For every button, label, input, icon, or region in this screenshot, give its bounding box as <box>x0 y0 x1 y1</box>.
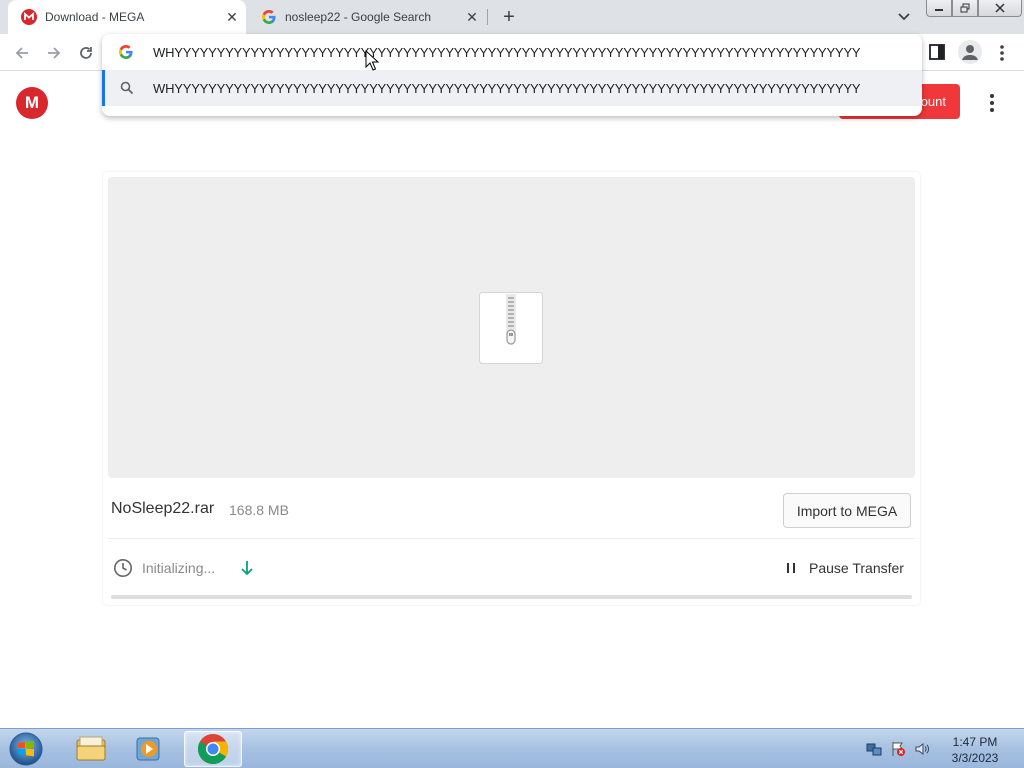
taskbar-media-player[interactable] <box>120 731 178 767</box>
tab-strip: Download - MEGA ✕ nosleep22 - Google Sea… <box>0 0 1024 34</box>
system-clock[interactable]: 1:47 PM 3/3/2023 <box>940 734 1010 766</box>
transfer-status: Initializing... <box>142 560 216 576</box>
download-progress-bar <box>111 595 912 599</box>
windows-start-icon[interactable] <box>6 731 46 767</box>
zip-archive-icon <box>479 292 543 364</box>
address-bar-text[interactable]: WHYYYYYYYYYYYYYYYYYYYYYYYYYYYYYYYYYYYYYY… <box>153 45 860 60</box>
page-menu-icon[interactable] <box>986 92 998 114</box>
new-tab-button[interactable]: + <box>498 6 520 28</box>
google-icon <box>119 45 133 59</box>
close-tab-icon[interactable]: ✕ <box>464 9 480 25</box>
volume-icon[interactable] <box>914 741 930 757</box>
pause-icon[interactable] <box>785 562 797 574</box>
omnibox-suggestion[interactable]: WHYYYYYYYYYYYYYYYYYYYYYYYYYYYYYYYYYYYYYY… <box>102 70 922 106</box>
mega-logo[interactable]: M <box>16 87 48 119</box>
windows-explorer-icon <box>76 736 106 761</box>
pause-transfer-button[interactable]: Pause Transfer <box>809 560 904 576</box>
windows-taskbar: 1:47 PM 3/3/2023 <box>0 728 1024 768</box>
minimize-icon <box>935 9 943 11</box>
chrome-icon <box>197 734 229 765</box>
reload-button[interactable] <box>75 42 97 64</box>
profile-avatar[interactable] <box>958 40 982 64</box>
browser-menu-icon[interactable] <box>994 42 1010 64</box>
suggestion-text: WHYYYYYYYYYYYYYYYYYYYYYYYYYYYYYYYYYYYYYY… <box>153 80 861 96</box>
network-icon[interactable] <box>866 741 882 757</box>
window-close-button[interactable] <box>978 0 1022 17</box>
restore-icon <box>960 3 970 13</box>
tab-mega-download[interactable]: Download - MEGA ✕ <box>8 0 246 34</box>
reload-icon <box>80 47 92 59</box>
tab-title: nosleep22 - Google Search <box>285 10 432 24</box>
back-arrow-icon <box>15 47 28 59</box>
back-button[interactable] <box>11 42 33 64</box>
google-icon <box>262 10 276 24</box>
clock-date: 3/3/2023 <box>951 751 999 765</box>
restore-button[interactable] <box>952 0 978 17</box>
close-tab-icon[interactable]: ✕ <box>224 9 240 25</box>
file-size: 168.8 MB <box>229 502 289 518</box>
address-bar[interactable]: WHYYYYYYYYYYYYYYYYYYYYYYYYYYYYYYYYYYYYYY… <box>102 34 922 70</box>
forward-arrow-icon <box>48 47 61 59</box>
mouse-pointer-icon <box>365 50 379 71</box>
omnibox-dropdown: WHYYYYYYYYYYYYYYYYYYYYYYYYYYYYYYYYYYYYYY… <box>102 34 922 116</box>
close-icon <box>995 3 1005 13</box>
action-center-flag-icon[interactable] <box>890 741 906 757</box>
clock-icon <box>114 559 132 577</box>
minimize-button[interactable] <box>926 0 952 17</box>
tab-search-chevron-icon[interactable] <box>895 9 913 25</box>
taskbar-explorer[interactable] <box>62 731 120 767</box>
taskbar-chrome[interactable] <box>184 731 242 767</box>
clock-time: 1:47 PM <box>952 735 998 749</box>
download-arrow-icon <box>241 561 253 576</box>
window-controls <box>926 0 1022 18</box>
side-panel-icon[interactable] <box>928 43 946 61</box>
tab-separator <box>487 9 488 25</box>
search-icon <box>120 81 134 95</box>
person-icon <box>962 45 978 60</box>
media-player-icon <box>136 737 160 761</box>
mega-icon <box>21 9 37 25</box>
file-name: NoSleep22.rar <box>111 500 215 517</box>
tab-title: Download - MEGA <box>45 10 145 24</box>
card-divider <box>108 538 915 539</box>
import-to-mega-button[interactable]: Import to MEGA <box>783 493 911 528</box>
forward-button[interactable] <box>43 42 65 64</box>
tab-google-search[interactable]: nosleep22 - Google Search ✕ <box>248 0 486 34</box>
